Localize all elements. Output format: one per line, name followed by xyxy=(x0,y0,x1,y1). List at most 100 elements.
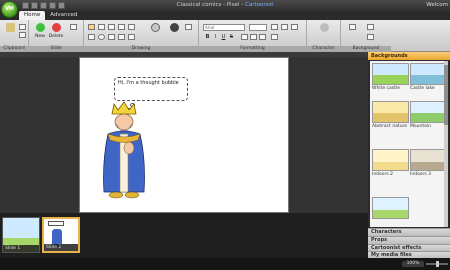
title-bar: VM Classical comics - Pixel - Cartoonist… xyxy=(0,0,450,18)
background-item[interactable]: Indoors 3 xyxy=(410,149,447,179)
tab-advanced[interactable]: Advanced xyxy=(45,11,82,20)
zoom-slider-handle[interactable] xyxy=(436,261,439,267)
delete-label: Delete xyxy=(48,34,64,39)
font-size-select[interactable] xyxy=(249,24,267,31)
backgrounds-header[interactable]: Backgrounds xyxy=(368,52,450,60)
background-image-icon[interactable] xyxy=(367,34,374,40)
delete-slide-button[interactable]: Delete xyxy=(48,23,64,39)
window-title: Classical comics - Pixel - Cartoonist xyxy=(0,2,450,8)
font-family-select[interactable]: Arial xyxy=(203,24,245,31)
king-character[interactable] xyxy=(98,100,150,204)
background-caption: Indoors 3 xyxy=(410,172,432,177)
tab-home[interactable]: Home xyxy=(19,11,46,20)
app-logo-icon[interactable]: VM xyxy=(1,1,18,18)
background-item[interactable]: Castle lake xyxy=(410,63,447,93)
background-thumb xyxy=(372,197,409,219)
line-tool-icon[interactable] xyxy=(98,24,105,30)
background-thumb xyxy=(410,101,447,123)
fill-button[interactable] xyxy=(147,23,163,34)
panel-scrollbar[interactable] xyxy=(444,61,448,227)
background-item[interactable]: Indoors 2 xyxy=(372,149,409,179)
app-window: VM Classical comics - Pixel - Cartoonist… xyxy=(0,0,450,270)
italic-button[interactable]: I xyxy=(212,34,219,41)
ribbon-tabs: Home Advanced xyxy=(19,11,82,20)
arrange-icon[interactable] xyxy=(185,24,192,30)
freeform-tool-icon[interactable] xyxy=(128,24,135,30)
background-flip-icon[interactable] xyxy=(349,24,356,30)
underline-button[interactable]: U xyxy=(220,34,227,41)
align-center-icon[interactable] xyxy=(250,34,257,40)
clear-button[interactable] xyxy=(166,23,182,34)
strikethrough-button[interactable]: S xyxy=(228,34,235,41)
slides-strip: Slide 1 Slide 2 xyxy=(0,213,368,258)
text-color-icon[interactable] xyxy=(271,24,278,30)
bubble-tool-icon[interactable] xyxy=(128,34,135,40)
background-thumb xyxy=(372,149,409,171)
slide-move-icon[interactable] xyxy=(70,24,77,30)
ellipse-tool-icon[interactable] xyxy=(98,34,105,40)
rounded-rect-tool-icon[interactable] xyxy=(108,34,115,40)
background-caption: Abstract nature xyxy=(372,124,408,129)
section-props[interactable]: Props xyxy=(368,236,450,244)
select-tool-icon[interactable] xyxy=(88,24,95,30)
background-color-icon[interactable] xyxy=(367,24,374,30)
shrink-font-icon[interactable] xyxy=(291,24,298,30)
slide-canvas[interactable]: Hi, I'm a thought bubble xyxy=(79,57,289,213)
background-caption: Mountain xyxy=(410,124,431,129)
welcome-text: Welcom xyxy=(426,2,448,8)
align-left-icon[interactable] xyxy=(241,34,248,40)
background-thumb xyxy=(410,149,447,171)
delete-icon xyxy=(51,23,61,32)
document-title: Classical comics xyxy=(176,2,222,8)
align-right-icon[interactable] xyxy=(259,34,266,40)
status-bar: 100% xyxy=(0,258,450,270)
slide-label: Slide 1 xyxy=(3,245,39,252)
background-caption: Castle lake xyxy=(410,86,435,91)
new-slide-button[interactable]: New xyxy=(32,23,48,39)
grow-font-icon[interactable] xyxy=(281,24,288,30)
background-caption xyxy=(372,219,409,227)
bold-button[interactable]: B xyxy=(204,34,211,41)
add-icon xyxy=(35,23,45,32)
background-item[interactable]: White castle xyxy=(372,63,409,93)
background-item[interactable]: Mountain xyxy=(410,101,447,131)
app-name: Pixel xyxy=(226,2,240,8)
workspace: Hi, I'm a thought bubble xyxy=(0,57,368,213)
copy-icon[interactable] xyxy=(19,32,26,38)
character-pose-button[interactable] xyxy=(316,23,332,34)
thought-bubble[interactable]: Hi, I'm a thought bubble xyxy=(114,77,188,101)
thought-bubble-text[interactable]: Hi, I'm a thought bubble xyxy=(118,80,179,86)
ribbon: Clipboard New Delete Slide Drawing Arial… xyxy=(0,20,450,52)
slide-thumbnail[interactable]: Slide 1 xyxy=(2,217,40,253)
group-clipboard: Clipboard xyxy=(0,20,29,52)
background-item[interactable] xyxy=(372,197,409,227)
zoom-level[interactable]: 100% xyxy=(402,261,424,267)
paste-button[interactable] xyxy=(2,23,18,34)
slide-bubble xyxy=(48,221,64,226)
group-slide: New Delete Slide xyxy=(29,20,84,52)
section-characters[interactable]: Characters xyxy=(368,228,450,236)
slide-thumbnail-selected[interactable]: Slide 2 xyxy=(42,217,80,253)
background-thumb xyxy=(372,63,409,85)
background-thumb xyxy=(410,63,447,85)
cut-icon[interactable] xyxy=(19,24,26,30)
callout-tool-icon[interactable] xyxy=(118,34,125,40)
curve-tool-icon[interactable] xyxy=(118,24,125,30)
highlight-icon[interactable] xyxy=(271,34,278,40)
scrollbar-thumb[interactable] xyxy=(444,65,448,125)
background-thumb xyxy=(372,101,409,123)
background-caption: Indoors 2 xyxy=(372,172,394,177)
group-drawing: Drawing xyxy=(84,20,199,52)
slide-sky xyxy=(3,218,39,238)
product-name: Cartoonist xyxy=(245,2,274,8)
close-icon xyxy=(169,23,179,32)
slide-label: Slide 2 xyxy=(44,244,78,251)
group-background: Background xyxy=(341,20,391,52)
background-item[interactable]: Abstract nature xyxy=(372,101,409,131)
arrow-tool-icon[interactable] xyxy=(108,24,115,30)
backgrounds-grid: White castle Castle lake Abstract nature… xyxy=(370,61,448,227)
group-formatting: Arial B I U S Formatting xyxy=(199,20,307,52)
zoom-slider[interactable] xyxy=(426,261,448,267)
rectangle-tool-icon[interactable] xyxy=(88,34,95,40)
new-label: New xyxy=(35,34,45,39)
